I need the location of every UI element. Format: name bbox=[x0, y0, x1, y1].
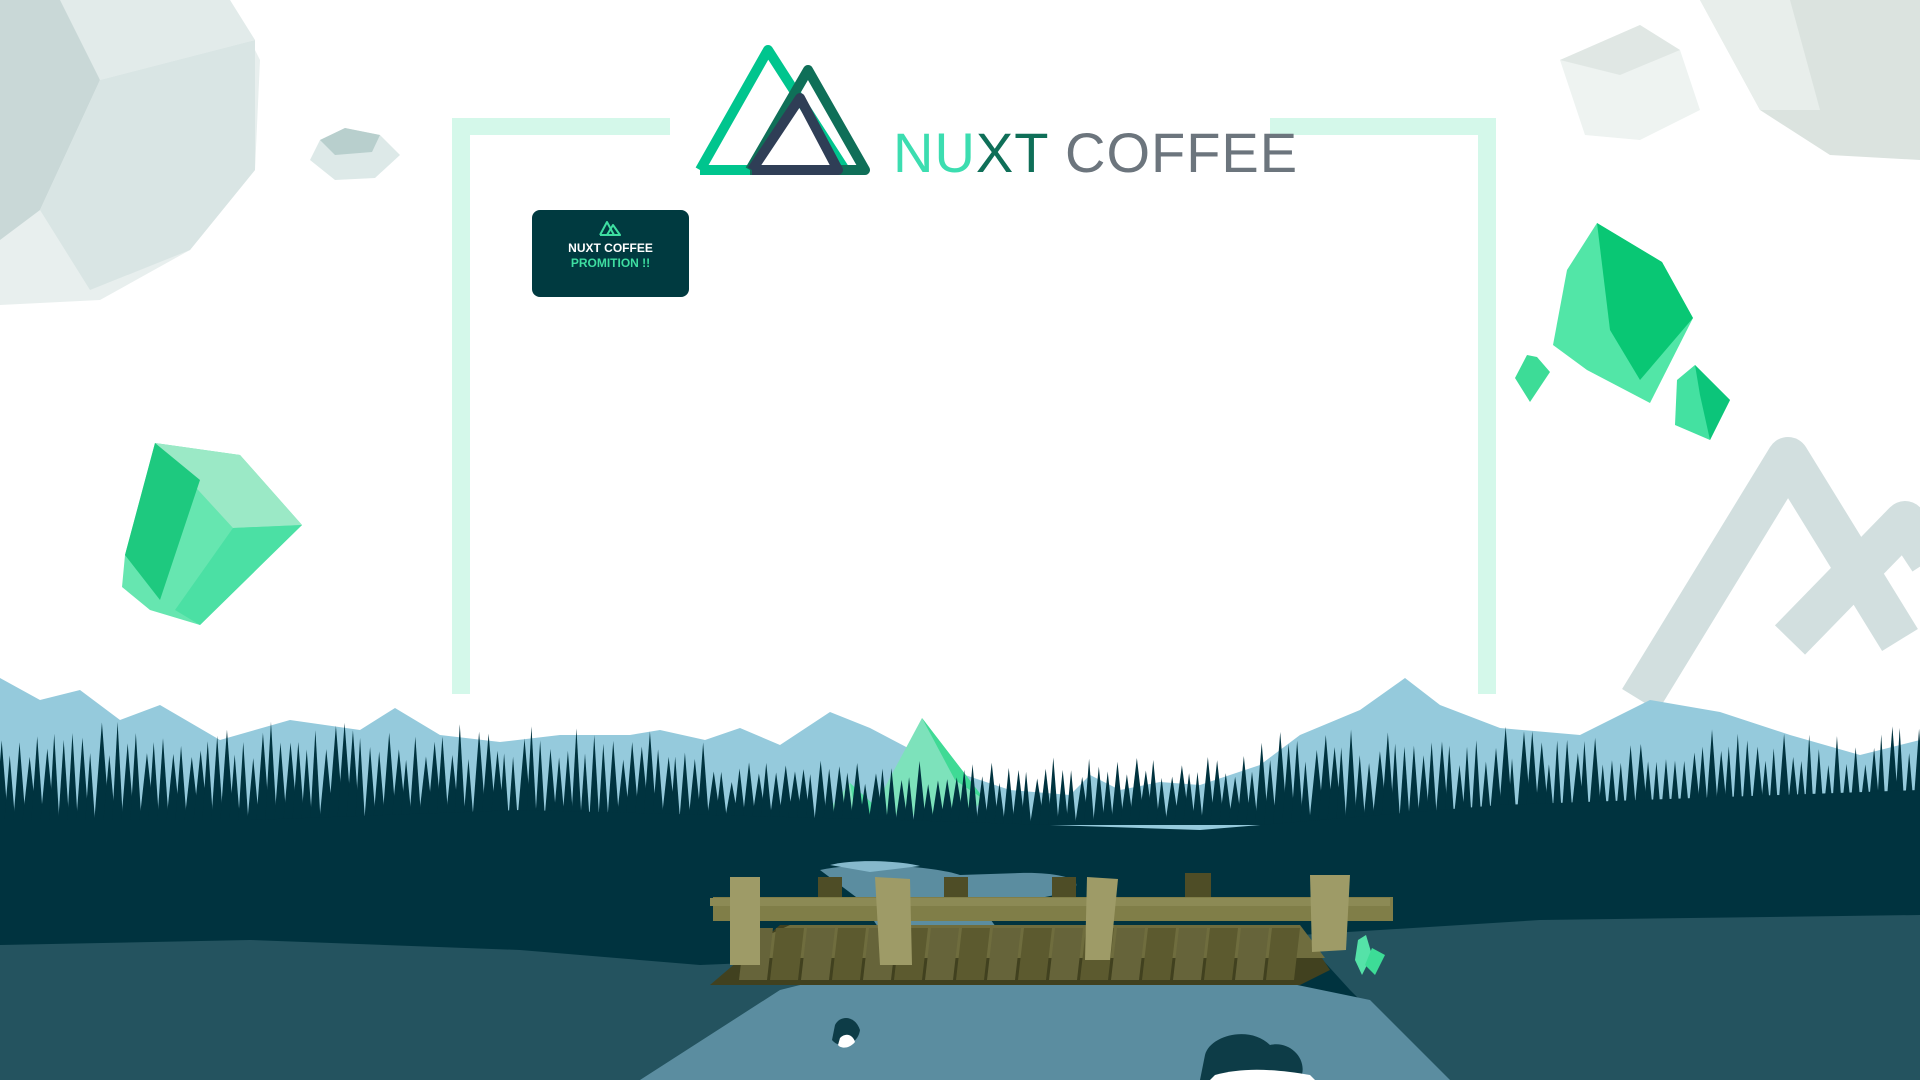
promo-title: NUXT COFFEE bbox=[568, 241, 653, 255]
small-rock bbox=[310, 128, 400, 180]
brand-title-xt: XT bbox=[975, 121, 1049, 184]
brand-title-nu: NU bbox=[893, 121, 976, 184]
crystal-right bbox=[1515, 223, 1730, 440]
promo-subtitle: PROMITION !! bbox=[570, 256, 651, 270]
brand-title-coffee: COFFEE bbox=[1048, 121, 1299, 184]
promo-card-button[interactable]: NUXT COFFEE PROMITION !! bbox=[532, 210, 689, 297]
frame-right-bar bbox=[1478, 118, 1496, 694]
rock-top-left bbox=[0, 0, 260, 305]
rock-top-right bbox=[1560, 0, 1920, 160]
frame-left-bar bbox=[452, 118, 470, 694]
nuxt-outline-decoration bbox=[1622, 437, 1920, 711]
nuxt-logo-icon bbox=[599, 221, 621, 236]
frame-top-left-bar bbox=[452, 118, 670, 135]
brand-title: NUXT COFFEE bbox=[893, 122, 1298, 184]
tree bbox=[1048, 757, 1059, 825]
crystal-left bbox=[122, 443, 302, 625]
nuxt-logo-icon[interactable] bbox=[690, 40, 875, 180]
frame-top-right-bar bbox=[1270, 118, 1496, 135]
